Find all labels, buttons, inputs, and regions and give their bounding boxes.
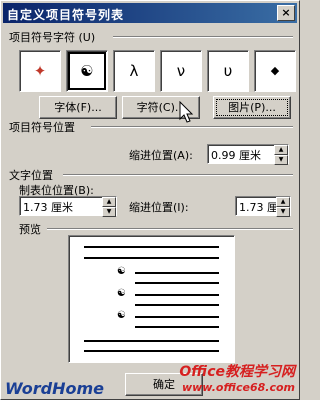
picture-button[interactable]: 图片(P)... (213, 96, 291, 119)
spin-down-icon[interactable]: ▼ (276, 207, 290, 217)
close-icon: × (281, 6, 291, 19)
preview-line (84, 350, 219, 352)
preview-line (135, 326, 219, 328)
mouse-cursor-icon (179, 101, 194, 123)
bullet-option-1[interactable]: ✦ (19, 50, 61, 92)
spin-down-icon[interactable]: ▼ (102, 207, 116, 217)
nu-bullet-icon: ν (176, 62, 186, 80)
preview-line (135, 304, 219, 306)
preview-line (84, 257, 219, 259)
text-position-label: 文字位置 (9, 169, 53, 182)
close-button[interactable]: × (277, 5, 295, 21)
bullet-option-5[interactable]: υ (207, 50, 249, 92)
separator (47, 228, 293, 230)
preview-line (135, 272, 219, 274)
preview-line (135, 294, 219, 296)
lambda-bullet-icon: λ (129, 62, 139, 80)
spin-up-icon[interactable]: ▲ (274, 145, 288, 155)
bullet-position-label: 项目符号位置 (9, 121, 75, 134)
diamond-bullet-icon: ◆ (270, 64, 280, 77)
dialog: 自定义项目符号列表 × 项目符号字符 (U) ✦ ☯ λ ν υ ◆ 字体(F)… (0, 0, 300, 400)
separator (63, 174, 293, 176)
preview-bullet-icon: ☯ (117, 288, 126, 299)
bullet-option-6[interactable]: ◆ (254, 50, 296, 92)
bullet-chars-label: 项目符号字符 (U) (9, 31, 96, 44)
separator (113, 36, 293, 38)
yinyang-bullet-icon: ☯ (80, 62, 94, 80)
spin-up-icon[interactable]: ▲ (102, 197, 116, 207)
preview-line (84, 246, 219, 248)
bullet-option-3[interactable]: λ (113, 50, 155, 92)
watermark-logo-left: WordHome (5, 379, 105, 398)
multicolor-bullet-icon: ✦ (33, 62, 47, 80)
separator (91, 126, 293, 128)
bullet-indent-value: 0.99 厘米 (211, 149, 261, 162)
spin-up-icon[interactable]: ▲ (276, 197, 290, 207)
preview-bullet-icon: ☯ (117, 266, 126, 277)
watermark-url: www.office68.com (181, 381, 295, 394)
preview-line (84, 340, 219, 342)
preview-label: 预览 (19, 223, 41, 236)
title-bar: 自定义项目符号列表 × (3, 3, 297, 23)
preview-pane: ☯ ☯ ☯ (68, 235, 235, 363)
watermark-logo-right: Office教程学习网 www.office68.com (179, 361, 295, 394)
font-button[interactable]: 字体(F)... (39, 96, 117, 119)
preview-line (135, 316, 219, 318)
dialog-title: 自定义项目符号列表 (7, 8, 125, 22)
watermark-site-name: Office教程学习网 (179, 364, 295, 380)
tab-position-value: 1.73 厘米 (23, 201, 73, 214)
bullet-indent-spinner[interactable]: 0.99 厘米 ▲ ▼ (207, 144, 289, 165)
text-indent-label: 缩进位置(I): (129, 201, 189, 214)
text-indent-spinner[interactable]: 1.73 厘米 ▲ ▼ (235, 196, 291, 217)
preview-line (135, 282, 219, 284)
bullet-indent-label: 缩进位置(A): (129, 149, 193, 162)
bullet-option-4[interactable]: ν (160, 50, 202, 92)
bullet-option-2-selected[interactable]: ☯ (66, 50, 108, 92)
tab-position-spinner[interactable]: 1.73 厘米 ▲ ▼ (19, 196, 117, 217)
upsilon-bullet-icon: υ (223, 62, 233, 80)
spin-down-icon[interactable]: ▼ (274, 155, 288, 165)
preview-bullet-icon: ☯ (117, 310, 126, 321)
